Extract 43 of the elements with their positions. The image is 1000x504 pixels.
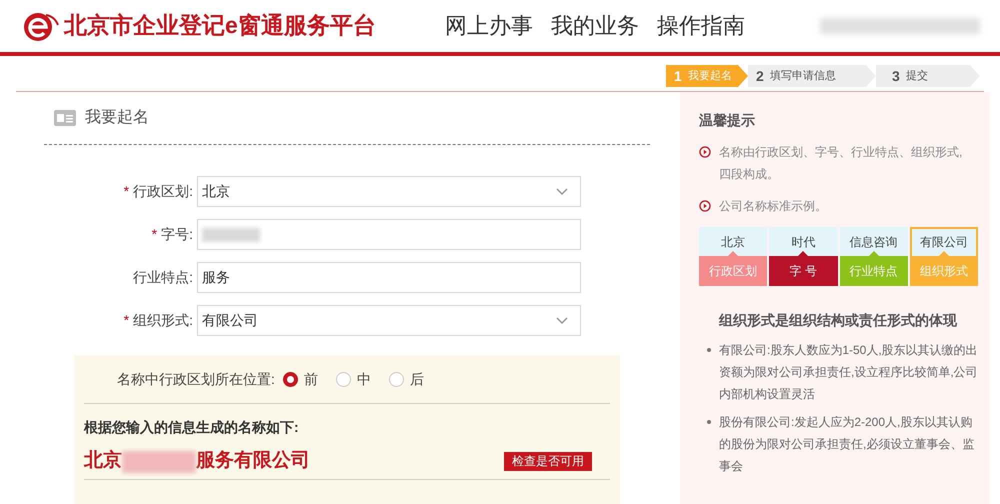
bullet-icon <box>707 348 711 352</box>
nav-link[interactable]: 我的业务 <box>551 9 639 42</box>
select-field[interactable]: 有限公司 <box>197 305 581 336</box>
nav-link[interactable]: 操作指南 <box>657 9 745 42</box>
field-label: 字号: <box>161 225 193 244</box>
check-availability-button[interactable]: 检查是否可用 <box>504 452 592 471</box>
section-title: 我要起名 <box>85 108 149 128</box>
tips-title: 温馨提示 <box>699 111 756 130</box>
radio-option[interactable]: 后 <box>388 368 424 390</box>
select-field[interactable]: 北京 <box>197 176 581 207</box>
tip-text: 名称由行政区划、字号、行业特点、组织形式,四段构成。 <box>719 144 964 183</box>
site-title: 北京市企业登记e窗通服务平台 <box>64 11 377 40</box>
bullet-icon <box>707 420 711 424</box>
blurred-text <box>202 228 260 242</box>
field-label: 行政区划: <box>133 182 193 201</box>
tips-subtitle: 组织形式是组织结构或责任形式的体现 <box>718 311 958 330</box>
required-mark: * <box>152 225 158 244</box>
radio-option[interactable]: 前 <box>282 368 318 390</box>
field-label: 组织形式: <box>133 311 193 330</box>
input-field[interactable] <box>197 219 581 250</box>
play-circle-icon <box>699 200 711 212</box>
chevron-down-icon <box>556 188 568 196</box>
tip-text: 公司名称标准示例。 <box>719 198 828 215</box>
bullet-text: 有限公司:股东人数应为1-50人,股东以其认缴的出资额为限对公司承担责任,设立程序比较简单,公司内部机构设置灵活 <box>719 342 978 403</box>
example-segment: 时代 字 号 <box>769 227 838 286</box>
example-segment: 北京 行政区划 <box>699 227 768 286</box>
id-card-icon <box>54 110 76 126</box>
position-label: 名称中行政区划所在位置: <box>117 370 275 388</box>
example-segment: 有限公司 组织形式 <box>910 227 978 286</box>
generated-name-end: 服务有限公司 <box>196 449 310 474</box>
nav-link[interactable]: 网上办事 <box>445 9 533 42</box>
field-label: 行业特点: <box>133 268 193 287</box>
radio-button[interactable] <box>282 372 298 386</box>
input-field[interactable]: 服务 <box>197 262 581 293</box>
result-label: 根据您输入的信息生成的名称如下: <box>84 418 300 437</box>
bullet-text: 股份有限公司:发起人应为2-200人,股东以其认购的股份为限对公司承担责任,必须设立董事会、监事会 <box>719 414 976 475</box>
radio-option[interactable]: 中 <box>336 368 371 390</box>
chevron-down-icon <box>556 316 568 324</box>
example-segment: 信息咨询 行业特点 <box>840 227 908 286</box>
play-circle-icon <box>699 146 711 158</box>
required-mark: * <box>124 182 130 201</box>
required-mark: * <box>124 311 130 330</box>
generated-name-start: 北京 <box>84 448 122 474</box>
